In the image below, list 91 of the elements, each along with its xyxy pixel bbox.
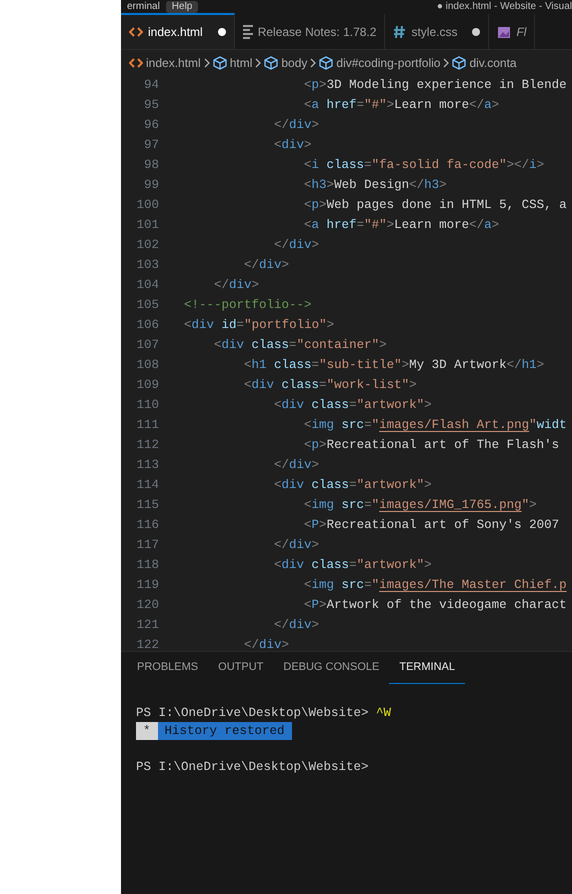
code-line: </div>: [273, 457, 320, 474]
panel-tab[interactable]: PROBLEMS: [127, 652, 208, 684]
code-line: </div>: [213, 277, 260, 294]
code-icon: [129, 56, 143, 68]
code-line: <a href="#">Learn more</a>: [303, 97, 500, 114]
line-number: 112: [135, 436, 159, 454]
modified-dot-icon: [218, 28, 226, 36]
line-number: 116: [135, 516, 159, 534]
breadcrumb-item[interactable]: div#coding-portfolio: [336, 54, 440, 72]
code-line: <i class="fa-solid fa-code"></i>: [303, 157, 544, 174]
line-number: 106: [135, 316, 159, 334]
chevron-icon: [204, 58, 210, 68]
code-icon: [129, 26, 143, 38]
line-number: 102: [135, 236, 159, 254]
line-number: 94: [142, 76, 159, 94]
terminal-prompt: PS I:\OneDrive\Desktop\Website>: [136, 705, 369, 722]
cube-icon: [264, 56, 278, 70]
menu-item[interactable]: erminal: [121, 0, 166, 12]
line-number: 114: [135, 476, 159, 494]
panel-tab[interactable]: OUTPUT: [208, 652, 274, 684]
editor-tab[interactable]: index.html: [121, 13, 235, 49]
code-line: <P>Artwork of the videogame charact: [303, 597, 567, 614]
chevron-icon: [310, 58, 316, 68]
line-number: 118: [135, 556, 159, 574]
image-icon: [497, 26, 512, 38]
line-number: 96: [142, 116, 159, 134]
code-line: <p>Recreational art of The Flash's: [303, 437, 560, 454]
breadcrumb-item[interactable]: html: [230, 54, 252, 72]
code-line: <h1 class="sub-title">My 3D Artwork</h1>: [243, 357, 544, 374]
typed-command-text: ^W: [376, 705, 392, 722]
line-number: 122: [135, 636, 159, 651]
code-line: <div class="artwork">: [273, 397, 432, 414]
terminal-prompt: PS I:\OneDrive\Desktop\Website>: [136, 759, 369, 776]
code-line: <img src="images/Flash Art.png"widt: [303, 417, 567, 434]
code-line: <div class="container">: [213, 337, 387, 354]
line-number: 110: [135, 396, 159, 414]
code-line: </div>: [273, 237, 320, 254]
code-line: <div>: [273, 137, 312, 154]
code-line: <img src="images/The Master Chief.p: [303, 577, 567, 594]
line-number: 97: [142, 136, 159, 154]
line-number: 98: [142, 156, 159, 174]
cube-icon: [212, 56, 227, 70]
code-line: </div>: [273, 537, 320, 554]
code-line: </div>: [273, 617, 320, 634]
line-number: 115: [135, 496, 159, 514]
code-line: <img src="images/IMG_1765.png">: [303, 497, 537, 514]
line-number: 121: [135, 616, 159, 634]
line-number: 107: [135, 336, 159, 354]
line-number: 101: [135, 216, 159, 234]
notice-mark: *: [136, 722, 158, 740]
chevron-icon: [443, 58, 450, 68]
code-line: </div>: [243, 637, 290, 651]
breadcrumb-item[interactable]: index.html: [146, 54, 201, 72]
line-number: 99: [142, 176, 159, 194]
modified-dot-icon: [472, 28, 480, 36]
line-number: 105: [135, 296, 159, 314]
line-number: 109: [135, 376, 159, 394]
breadcrumb-item[interactable]: body: [281, 54, 308, 72]
panel-tab[interactable]: TERMINAL: [389, 652, 465, 684]
code-line: <p>Web pages done in HTML 5, CSS, a: [303, 197, 567, 214]
code-line: <!---portfolio-->: [184, 297, 312, 314]
panel-tab[interactable]: DEBUG CONSOLE: [273, 652, 390, 684]
line-number: 104: [135, 276, 159, 294]
menu-item[interactable]: Help: [166, 0, 198, 12]
line-number: 103: [135, 256, 159, 274]
breadcrumb-item[interactable]: div.conta: [469, 54, 517, 72]
chevron-icon: [255, 58, 262, 68]
notice-message: History restored: [158, 722, 292, 740]
code-line: <P>Recreational art of Sony's 2007: [303, 517, 560, 534]
line-number: 95: [142, 96, 159, 114]
code-line: </div>: [243, 257, 290, 274]
code-line: </div>: [273, 117, 320, 134]
window-title: ● index.html - Website - Visual: [436, 0, 572, 12]
code-line: <div class="artwork">: [273, 557, 432, 574]
code-line: <div id="portfolio">: [184, 317, 334, 334]
line-number: 117: [135, 536, 159, 554]
code-line: <div class="work-list">: [243, 377, 417, 394]
code-line: <a href="#">Learn more</a>: [303, 217, 500, 234]
line-number: 108: [135, 356, 159, 374]
line-number: 113: [135, 456, 159, 474]
line-number: 100: [135, 196, 159, 214]
line-number: 119: [135, 576, 159, 594]
code-line: <div class="artwork">: [273, 477, 432, 494]
cube-icon: [319, 56, 334, 70]
hash-icon: [393, 25, 406, 39]
line-number: 111: [135, 416, 159, 434]
line-number: 120: [135, 596, 159, 614]
cube-icon: [452, 56, 466, 70]
code-line: <h3>Web Design</h3>: [303, 177, 447, 194]
document-icon: [242, 25, 253, 39]
code-line: <p>3D Modeling experience in Blende: [303, 77, 567, 94]
